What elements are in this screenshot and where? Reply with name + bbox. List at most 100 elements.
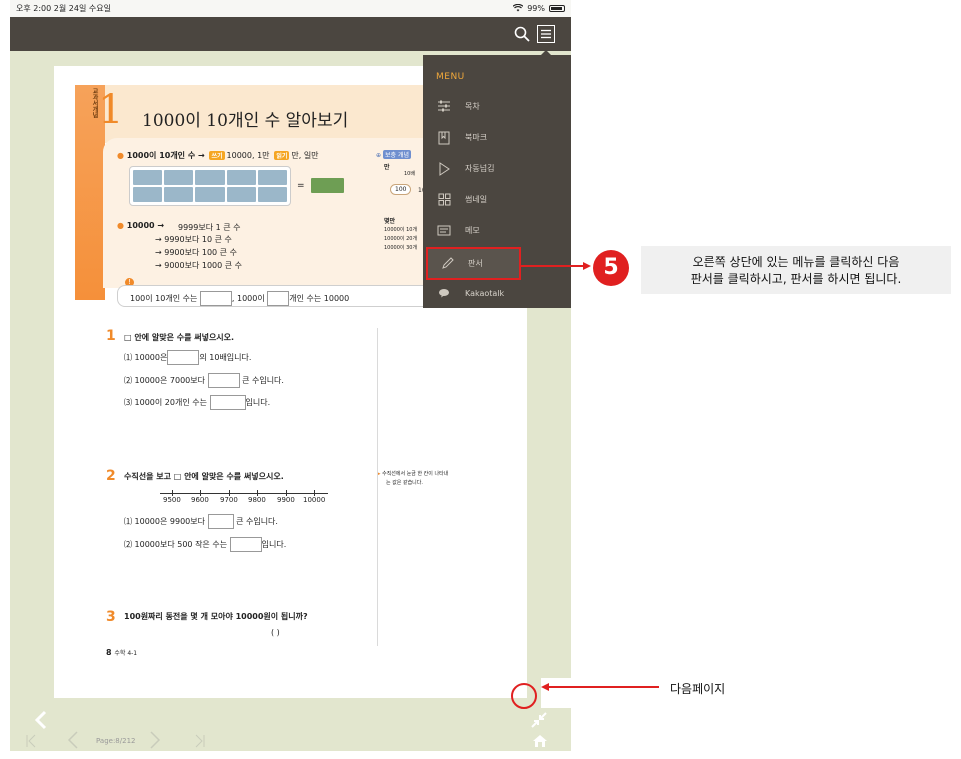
menu-item-label: 메모 <box>465 226 480 235</box>
tag-read: 읽기 <box>274 151 290 160</box>
number-line-label: 9500 <box>163 496 181 504</box>
battery-percent: 99% <box>527 4 545 13</box>
search-icon[interactable] <box>513 25 531 43</box>
concept-line2: ● 10000 → <box>117 221 165 230</box>
hint: ▸ 수직선에서 눈금 한 칸이 나타내 <box>378 471 449 477</box>
instruction-note: 오른쪽 상단에 있는 메뉴를 클릭하신 다음 판서를 클릭하시고, 판서를 하시… <box>641 246 951 294</box>
menu-title: MENU <box>436 72 465 82</box>
sentence: 100이 10개인 수는 , 1000이 개인 수는 10000 <box>130 291 349 306</box>
answer-box[interactable] <box>167 350 200 365</box>
annotation-arrowhead <box>583 262 591 270</box>
extra-line2: 10000이 20개 <box>384 236 418 242</box>
play-icon <box>437 161 451 176</box>
extra-heading2: 몇만 <box>384 218 396 225</box>
number-line-label: 9900 <box>277 496 295 504</box>
status-bar: 오후 2:00 2월 24일 수요일 99% <box>10 0 571 17</box>
q1-c: ⑶ 1000이 20개인 수는 입니다. <box>124 395 270 410</box>
answer-box[interactable] <box>199 291 232 306</box>
collapse-icon[interactable] <box>530 711 548 733</box>
back-chevron-icon[interactable] <box>33 710 49 734</box>
answer-box[interactable] <box>207 373 240 388</box>
q1-b-pre: ⑵ 10000은 7000보다 <box>124 376 205 385</box>
extra-line1: 10000이 10개 <box>384 227 418 233</box>
answer-box[interactable] <box>267 291 290 306</box>
extra-10x: 10배 <box>404 171 415 177</box>
number-line-label: 10000 <box>303 496 326 504</box>
status-time-date: 오후 2:00 2월 24일 수요일 <box>16 4 111 13</box>
bills-grid <box>129 166 291 206</box>
first-page-icon[interactable] <box>25 733 37 752</box>
question-number: 3 <box>106 609 116 625</box>
hint-line2: 는 값은 같습니다. <box>386 480 423 486</box>
menu-item-memo[interactable]: 메모 <box>423 215 571 246</box>
bill-image <box>226 170 256 185</box>
note-line2: 판서를 클릭하시고, 판서를 하시면 됩니다. <box>690 272 902 286</box>
answer-box[interactable] <box>209 395 246 410</box>
menu-item-toc[interactable]: 목차 <box>423 91 571 122</box>
bill-image <box>257 187 287 202</box>
page-title: 1000이 10개인 수 알아보기 <box>142 111 349 131</box>
page-footer: 8 수학 4-1 <box>106 648 137 657</box>
step-number-badge: 5 <box>593 250 629 286</box>
concept-write-value: 10000, 1만 <box>226 151 270 160</box>
concept-line1-label: 1000이 10개인 수 → <box>126 151 205 160</box>
number-line-label: 9700 <box>220 496 238 504</box>
extra-line3: 10000이 30개 <box>384 245 418 251</box>
menu-item-label: 목차 <box>465 102 480 111</box>
menu-item-label: 썸네일 <box>465 195 488 204</box>
home-icon[interactable] <box>532 733 548 752</box>
last-page-icon[interactable] <box>194 733 206 752</box>
q1-b-post: 큰 수입니다. <box>242 376 284 385</box>
q1-a-pre: ⑴ 10000은 <box>124 353 168 362</box>
menu-item-kakaotalk[interactable]: Kakaotalk <box>423 278 571 309</box>
page-footer-number: 8 <box>106 648 112 657</box>
hint-line1: 수직선에서 눈금 한 칸이 나타내 <box>382 471 449 477</box>
chat-icon <box>437 287 451 301</box>
menu-item-label: 판서 <box>468 259 483 268</box>
menu-item-bookmark[interactable]: 북마크 <box>423 122 571 153</box>
annotation-line <box>549 686 659 688</box>
q1-a-post: 의 10배입니다. <box>199 353 252 362</box>
grid-icon <box>437 193 451 207</box>
menu-item-thumbnail[interactable]: 썸네일 <box>423 184 571 215</box>
menu-item-autoplay[interactable]: 자동넘김 <box>423 153 571 184</box>
bill-image <box>164 170 194 185</box>
bill-image <box>195 187 225 202</box>
answer-parens[interactable]: ( ) <box>271 628 280 637</box>
extra-tag: 보충 개념 <box>383 150 412 159</box>
number-line-label: 9800 <box>248 496 266 504</box>
lesson-number: 1 <box>98 87 124 133</box>
bill-image <box>164 187 194 202</box>
bill-image <box>133 187 163 202</box>
next-page-icon[interactable] <box>148 730 162 754</box>
sentence-part3: 개인 수는 10000 <box>289 294 350 303</box>
ten-thousand-bill-image <box>311 178 344 193</box>
menu-item-pen[interactable]: 판서 <box>426 247 521 280</box>
q2-a: ⑴ 10000은 9900보다 큰 수입니다. <box>124 514 278 529</box>
concept-line2-c: → 9900보다 100 큰 수 <box>155 248 237 257</box>
bookmark-icon <box>437 131 451 145</box>
number-line-label: 9600 <box>191 496 209 504</box>
extra-100: 100 <box>390 184 412 195</box>
memo-icon <box>437 224 451 238</box>
bill-image <box>257 170 287 185</box>
question-number: 2 <box>106 468 116 484</box>
q2-a-post: 큰 수입니다. <box>236 517 278 526</box>
q1-c-post: 입니다. <box>245 398 271 407</box>
prev-page-icon[interactable] <box>66 730 80 754</box>
answer-box[interactable] <box>229 537 262 552</box>
tag-write: 쓰기 <box>209 151 225 160</box>
number-line <box>160 490 328 496</box>
next-page-highlight <box>511 683 537 709</box>
equals-sign: = <box>297 181 305 191</box>
hamburger-icon[interactable] <box>537 25 555 43</box>
question-text: 수직선을 보고 □ 안에 알맞은 수를 써넣으시오. <box>124 472 284 481</box>
sentence-part1: 100이 10개인 수는 <box>130 294 198 303</box>
plus-circle-icon: ⊕ <box>376 152 382 159</box>
concept-line1: ● 1000이 10개인 수 → 쓰기 10000, 1만 읽기 만, 일만 <box>117 151 319 160</box>
status-right: 99% <box>512 3 565 14</box>
page-footer-label: 수학 4-1 <box>114 650 138 657</box>
column-divider <box>377 328 378 646</box>
answer-box[interactable] <box>207 514 234 529</box>
extra-concept: ⊕ 보충 개념 <box>376 150 413 159</box>
